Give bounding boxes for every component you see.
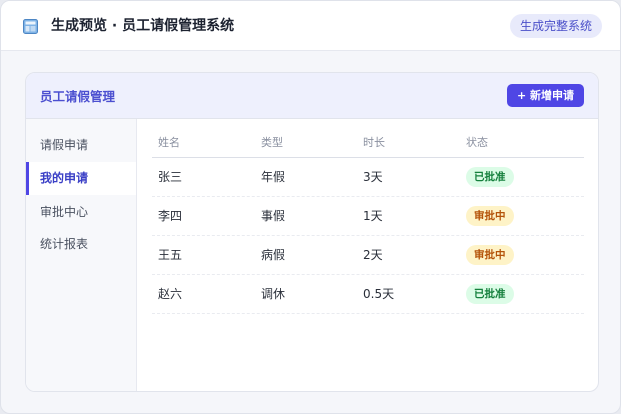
card-title: 员工请假管理 <box>40 89 116 104</box>
column-header-duration: 时长 <box>363 136 385 149</box>
sidebar-item-leave-request[interactable]: 请假申请 <box>26 129 136 162</box>
table-header: 姓名 类型 时长 状态 <box>152 130 584 158</box>
status-badge: 已批准 <box>466 284 514 304</box>
cell-duration: 3天 <box>363 170 383 184</box>
app-window: 生成预览 · 员工请假管理系统 生成完整系统 员工请假管理 + 新增申请 请假申… <box>0 0 621 414</box>
top-bar: 生成预览 · 员工请假管理系统 生成完整系统 <box>1 1 620 51</box>
cell-duration: 0.5天 <box>363 287 395 301</box>
sidebar: 请假申请 我的申请 审批中心 统计报表 <box>26 119 137 391</box>
sidebar-item-approval-center[interactable]: 审批中心 <box>26 196 136 229</box>
status-badge: 已批准 <box>466 167 514 187</box>
table-row[interactable]: 王五 病假 2天 审批中 <box>152 236 584 275</box>
app-title: 生成预览 · 员工请假管理系统 <box>51 18 235 34</box>
column-header-name: 姓名 <box>158 136 180 149</box>
cell-duration: 2天 <box>363 248 383 262</box>
cell-name: 王五 <box>158 248 183 262</box>
cell-type: 病假 <box>261 248 286 262</box>
cell-duration: 1天 <box>363 209 383 223</box>
cell-type: 调休 <box>261 287 286 301</box>
column-header-type: 类型 <box>261 136 283 149</box>
preview-card: 员工请假管理 + 新增申请 请假申请 我的申请 审批中心 统计报表 姓名 类型 … <box>25 72 599 392</box>
cell-type: 年假 <box>261 170 286 184</box>
cell-type: 事假 <box>261 209 286 223</box>
table-row[interactable]: 张三 年假 3天 已批准 <box>152 158 584 197</box>
generate-system-button[interactable]: 生成完整系统 <box>509 14 602 38</box>
new-request-button[interactable]: + 新增申请 <box>506 84 584 107</box>
cell-name: 李四 <box>158 209 183 223</box>
column-header-status: 状态 <box>466 136 488 149</box>
cell-name: 张三 <box>158 170 183 184</box>
status-badge: 审批中 <box>466 206 514 226</box>
sidebar-item-reports[interactable]: 统计报表 <box>26 228 136 261</box>
window-icon <box>23 19 38 34</box>
sidebar-item-my-requests[interactable]: 我的申请 <box>26 162 136 195</box>
table-row[interactable]: 赵六 调休 0.5天 已批准 <box>152 275 584 314</box>
card-header: 员工请假管理 + 新增申请 <box>26 73 598 119</box>
requests-table: 姓名 类型 时长 状态 张三 年假 3天 已批准 李四 事假 1天 审批中 王五… <box>152 130 584 314</box>
status-badge: 审批中 <box>466 245 514 265</box>
cell-name: 赵六 <box>158 287 183 301</box>
table-row[interactable]: 李四 事假 1天 审批中 <box>152 197 584 236</box>
